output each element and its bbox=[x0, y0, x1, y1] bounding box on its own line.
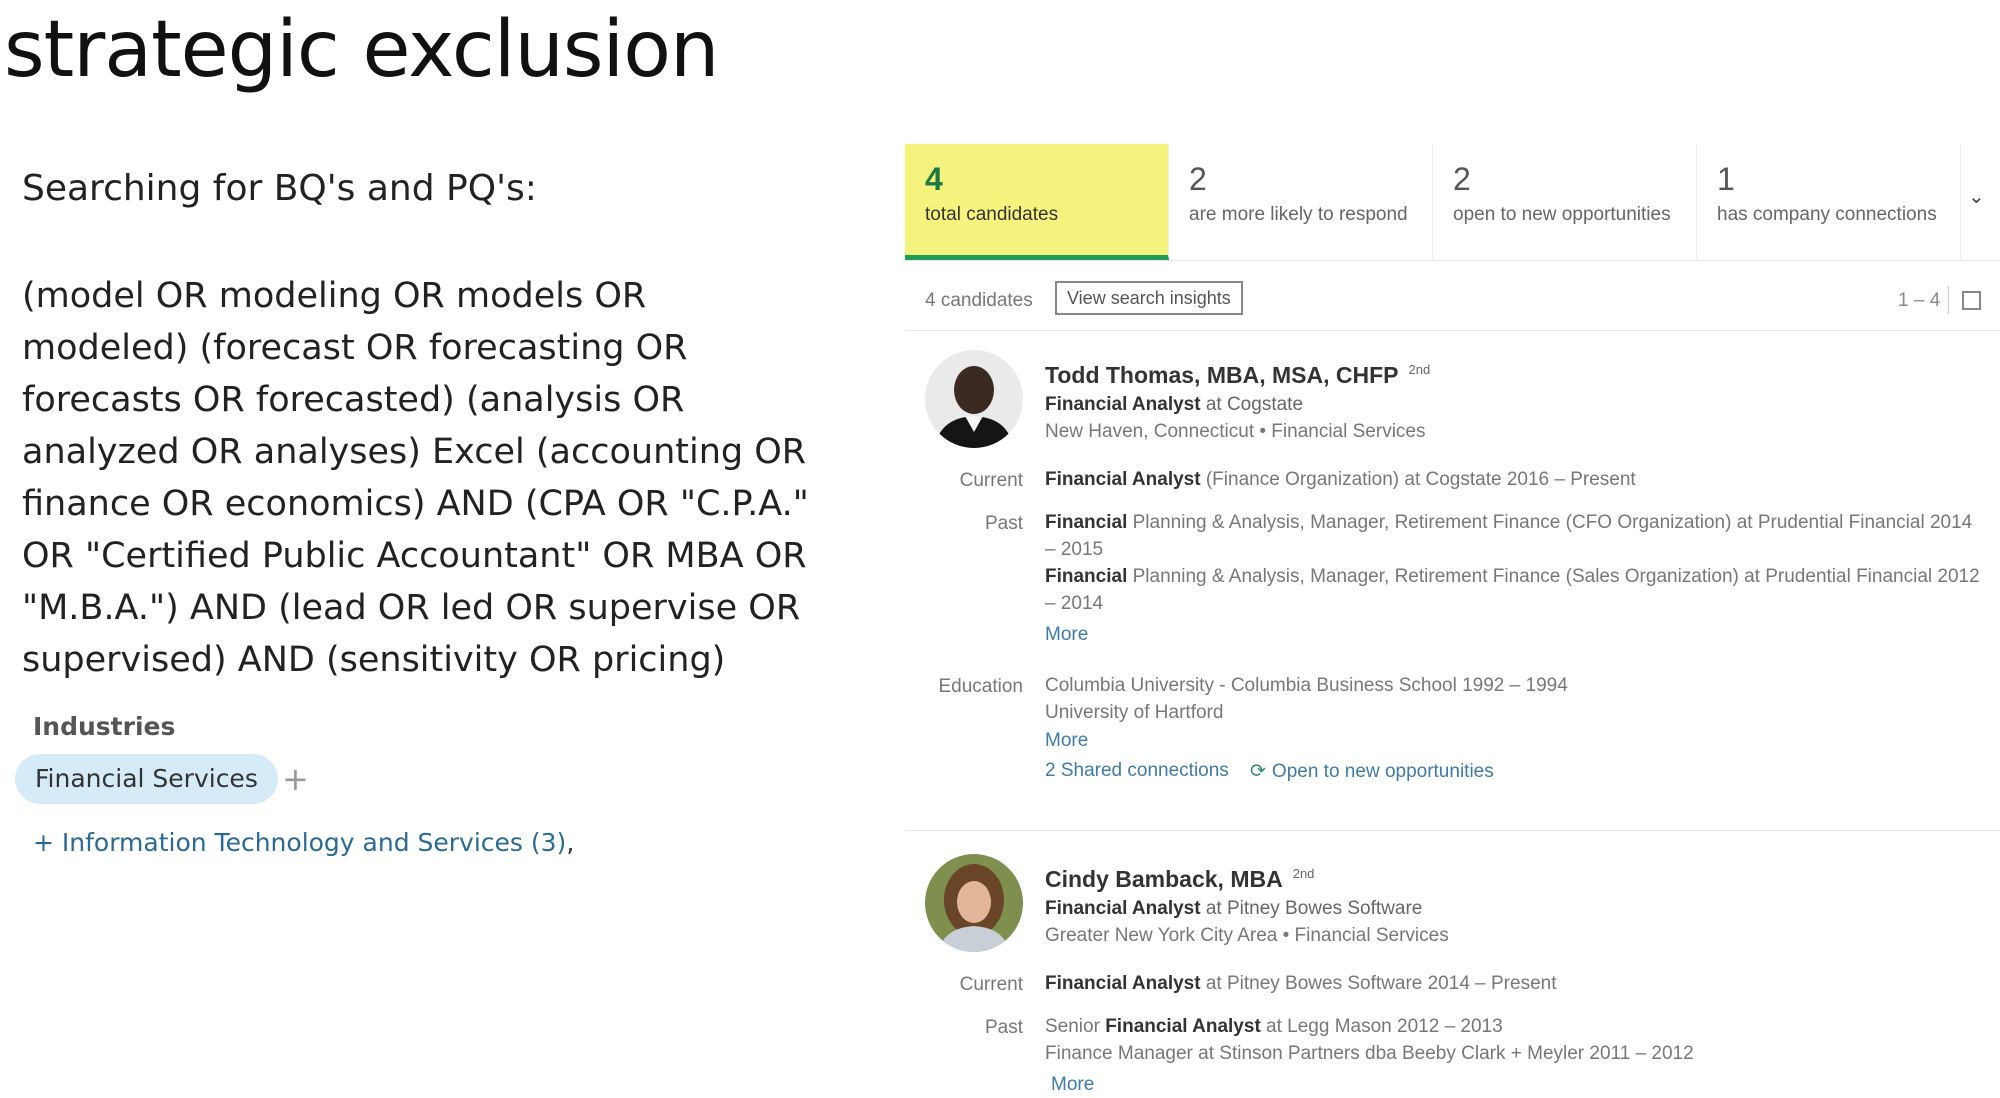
headline-title: Financial Analyst bbox=[1045, 898, 1201, 919]
stat-label: open to new opportunities bbox=[1453, 204, 1671, 225]
stat-open-to-opportunities[interactable]: 2 open to new opportunities bbox=[1433, 144, 1697, 260]
more-experience-link[interactable]: More bbox=[1045, 624, 1088, 646]
current-detail: at Pitney Bowes Software 2014 – Present bbox=[1200, 973, 1557, 994]
stat-company-connections[interactable]: 1 has company connections bbox=[1697, 144, 1961, 260]
past-detail: at Legg Mason 2012 – 2013 bbox=[1260, 1016, 1503, 1037]
current-label: Current bbox=[959, 974, 1023, 995]
candidate-name[interactable]: Cindy Bamback, MBA 2nd bbox=[1045, 866, 1314, 893]
candidate-headline: Financial Analyst at Pitney Bowes Softwa… bbox=[1045, 898, 1422, 920]
candidate-card: Todd Thomas, MBA, MSA, CHFP 2nd Financial… bbox=[905, 336, 2000, 831]
past-title: Financial Analyst bbox=[1105, 1016, 1261, 1037]
stat-label: has company connections bbox=[1717, 204, 1937, 225]
candidate-count: 4 candidates bbox=[925, 290, 1033, 311]
open-to-opportunities-link[interactable]: ⟳ Open to new opportunities bbox=[1250, 760, 1494, 783]
stat-label: are more likely to respond bbox=[1189, 204, 1408, 225]
current-detail: (Finance Organization) at Cogstate 2016 … bbox=[1200, 469, 1636, 490]
shared-connections-link[interactable]: 2 Shared connections bbox=[1045, 760, 1229, 782]
avatar[interactable] bbox=[925, 350, 1023, 448]
education-label: Education bbox=[938, 676, 1023, 697]
past-title: Financial bbox=[1045, 566, 1128, 587]
headline-company: at Pitney Bowes Software bbox=[1200, 898, 1423, 919]
slide-title: strategic exclusion bbox=[4, 5, 719, 95]
candidate-card: Cindy Bamback, MBA 2nd Financial Analyst … bbox=[905, 840, 2000, 1098]
past-position-1: Financial Planning & Analysis, Manager, … bbox=[1045, 509, 1985, 563]
industry-suggestion-suffix: , bbox=[566, 828, 575, 857]
headline-title: Financial Analyst bbox=[1045, 394, 1201, 415]
stat-number: 4 bbox=[925, 161, 943, 197]
stat-label: total candidates bbox=[925, 204, 1059, 225]
industries-label: Industries bbox=[33, 712, 176, 741]
candidate-headline: Financial Analyst at Cogstate bbox=[1045, 394, 1303, 416]
boolean-query-text: (model OR modeling OR models OR modeled)… bbox=[22, 276, 809, 680]
past-detail: Planning & Analysis, Manager, Retirement… bbox=[1045, 512, 1973, 560]
industry-suggestion[interactable]: + Information Technology and Services (3… bbox=[33, 828, 574, 857]
past-position-2: Financial Planning & Analysis, Manager, … bbox=[1045, 563, 1985, 617]
search-results-panel: 4 total candidates 2 are more likely to … bbox=[905, 140, 2000, 1098]
current-label: Current bbox=[959, 470, 1023, 491]
headline-company: at Cogstate bbox=[1200, 394, 1304, 415]
past-label: Past bbox=[984, 513, 1023, 534]
result-range: 1 – 4 bbox=[1898, 290, 1941, 311]
connection-degree-badge: 2nd bbox=[1292, 866, 1315, 882]
search-heading: Searching for BQ's and PQ's: bbox=[22, 168, 537, 209]
more-education-link[interactable]: More bbox=[1045, 730, 1088, 752]
view-search-insights-button[interactable]: View search insights bbox=[1055, 281, 1243, 315]
stat-more-likely-to-respond[interactable]: 2 are more likely to respond bbox=[1169, 144, 1433, 260]
past-position-2: Finance Manager at Stinson Partners dba … bbox=[1045, 1043, 1694, 1064]
select-all-checkbox[interactable] bbox=[1962, 291, 1981, 310]
industry-suggestion-link[interactable]: + Information Technology and Services (3… bbox=[33, 828, 566, 857]
connection-degree-badge: 2nd bbox=[1408, 362, 1431, 378]
education-entry-2: University of Hartford bbox=[1045, 702, 1224, 723]
stat-number: 1 bbox=[1717, 161, 1735, 197]
current-title: Financial Analyst bbox=[1045, 469, 1201, 490]
stats-bar: 4 total candidates 2 are more likely to … bbox=[905, 144, 2000, 261]
stat-number: 2 bbox=[1453, 161, 1471, 197]
past-position-1: Senior Financial Analyst at Legg Mason 2… bbox=[1045, 1013, 1985, 1040]
candidate-location: New Haven, Connecticut • Financial Servi… bbox=[1045, 421, 1426, 442]
open-to-opportunities-text[interactable]: Open to new opportunities bbox=[1272, 761, 1494, 782]
past-title: Financial bbox=[1045, 512, 1128, 533]
education-entry-1: Columbia University - Columbia Business … bbox=[1045, 675, 1568, 696]
current-position: Financial Analyst (Finance Organization)… bbox=[1045, 466, 1985, 493]
candidate-name[interactable]: Todd Thomas, MBA, MSA, CHFP 2nd bbox=[1045, 362, 1430, 389]
past-prefix: Senior bbox=[1045, 1016, 1106, 1037]
current-title: Financial Analyst bbox=[1045, 973, 1201, 994]
candidate-location: Greater New York City Area • Financial S… bbox=[1045, 925, 1449, 946]
past-label: Past bbox=[984, 1017, 1023, 1038]
add-industry-icon[interactable]: + bbox=[282, 760, 309, 798]
candidate-name-text[interactable]: Cindy Bamback, MBA bbox=[1045, 866, 1283, 892]
past-detail: Planning & Analysis, Manager, Retirement… bbox=[1045, 566, 1980, 614]
stat-number: 2 bbox=[1189, 161, 1207, 197]
chevron-down-icon[interactable]: ⌄ bbox=[1968, 184, 1985, 209]
stat-total-candidates[interactable]: 4 total candidates bbox=[905, 144, 1169, 260]
candidate-name-text[interactable]: Todd Thomas, MBA, MSA, CHFP bbox=[1045, 362, 1399, 388]
open-to-work-icon: ⟳ bbox=[1250, 761, 1266, 782]
current-position: Financial Analyst at Pitney Bowes Softwa… bbox=[1045, 970, 1985, 997]
more-experience-link[interactable]: More bbox=[1051, 1074, 1094, 1096]
avatar[interactable] bbox=[925, 854, 1023, 952]
divider bbox=[1948, 286, 1949, 314]
industry-chip-financial-services[interactable]: Financial Services bbox=[15, 754, 278, 804]
